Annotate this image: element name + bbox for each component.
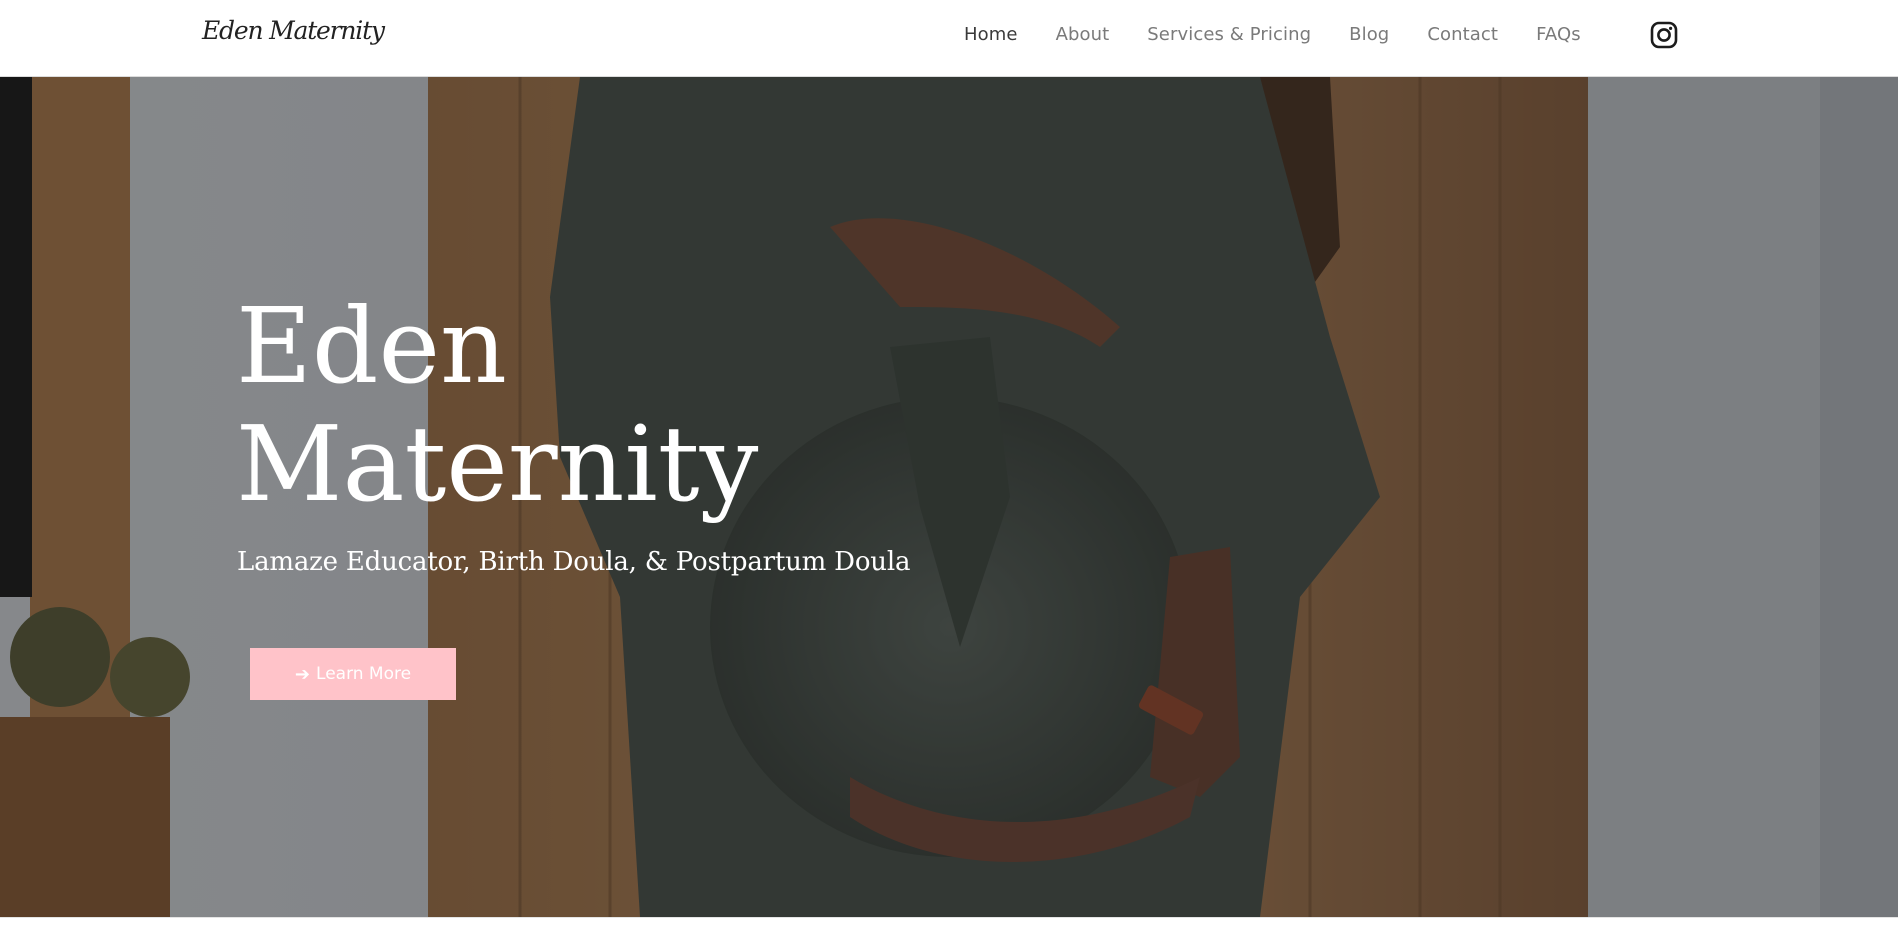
hero-section: Eden Maternity Lamaze Educator, Birth Do… [0, 77, 1898, 917]
learn-more-button[interactable]: ➔ Learn More [250, 648, 456, 700]
nav-about[interactable]: About [1056, 24, 1110, 45]
site-logo[interactable]: Eden Maternity [202, 16, 385, 45]
nav-services-pricing[interactable]: Services & Pricing [1147, 24, 1311, 45]
learn-more-label: Learn More [316, 664, 412, 684]
hero-title: Eden Maternity [236, 287, 856, 523]
nav-faqs[interactable]: FAQs [1536, 24, 1581, 45]
hero-title-line-2: Maternity [236, 403, 759, 525]
page-bottom-strip [0, 917, 1898, 939]
main-nav: Home About Services & Pricing Blog Conta… [964, 24, 1619, 45]
site-header: Eden Maternity Home About Services & Pri… [0, 0, 1898, 77]
nav-blog[interactable]: Blog [1349, 24, 1389, 45]
arrow-right-icon: ➔ [294, 663, 311, 685]
nav-home[interactable]: Home [964, 24, 1018, 45]
hero-subtitle: Lamaze Educator, Birth Doula, & Postpart… [237, 547, 911, 577]
nav-contact[interactable]: Contact [1427, 24, 1498, 45]
hero-title-line-1: Eden [236, 285, 508, 407]
instagram-icon[interactable] [1650, 21, 1678, 49]
